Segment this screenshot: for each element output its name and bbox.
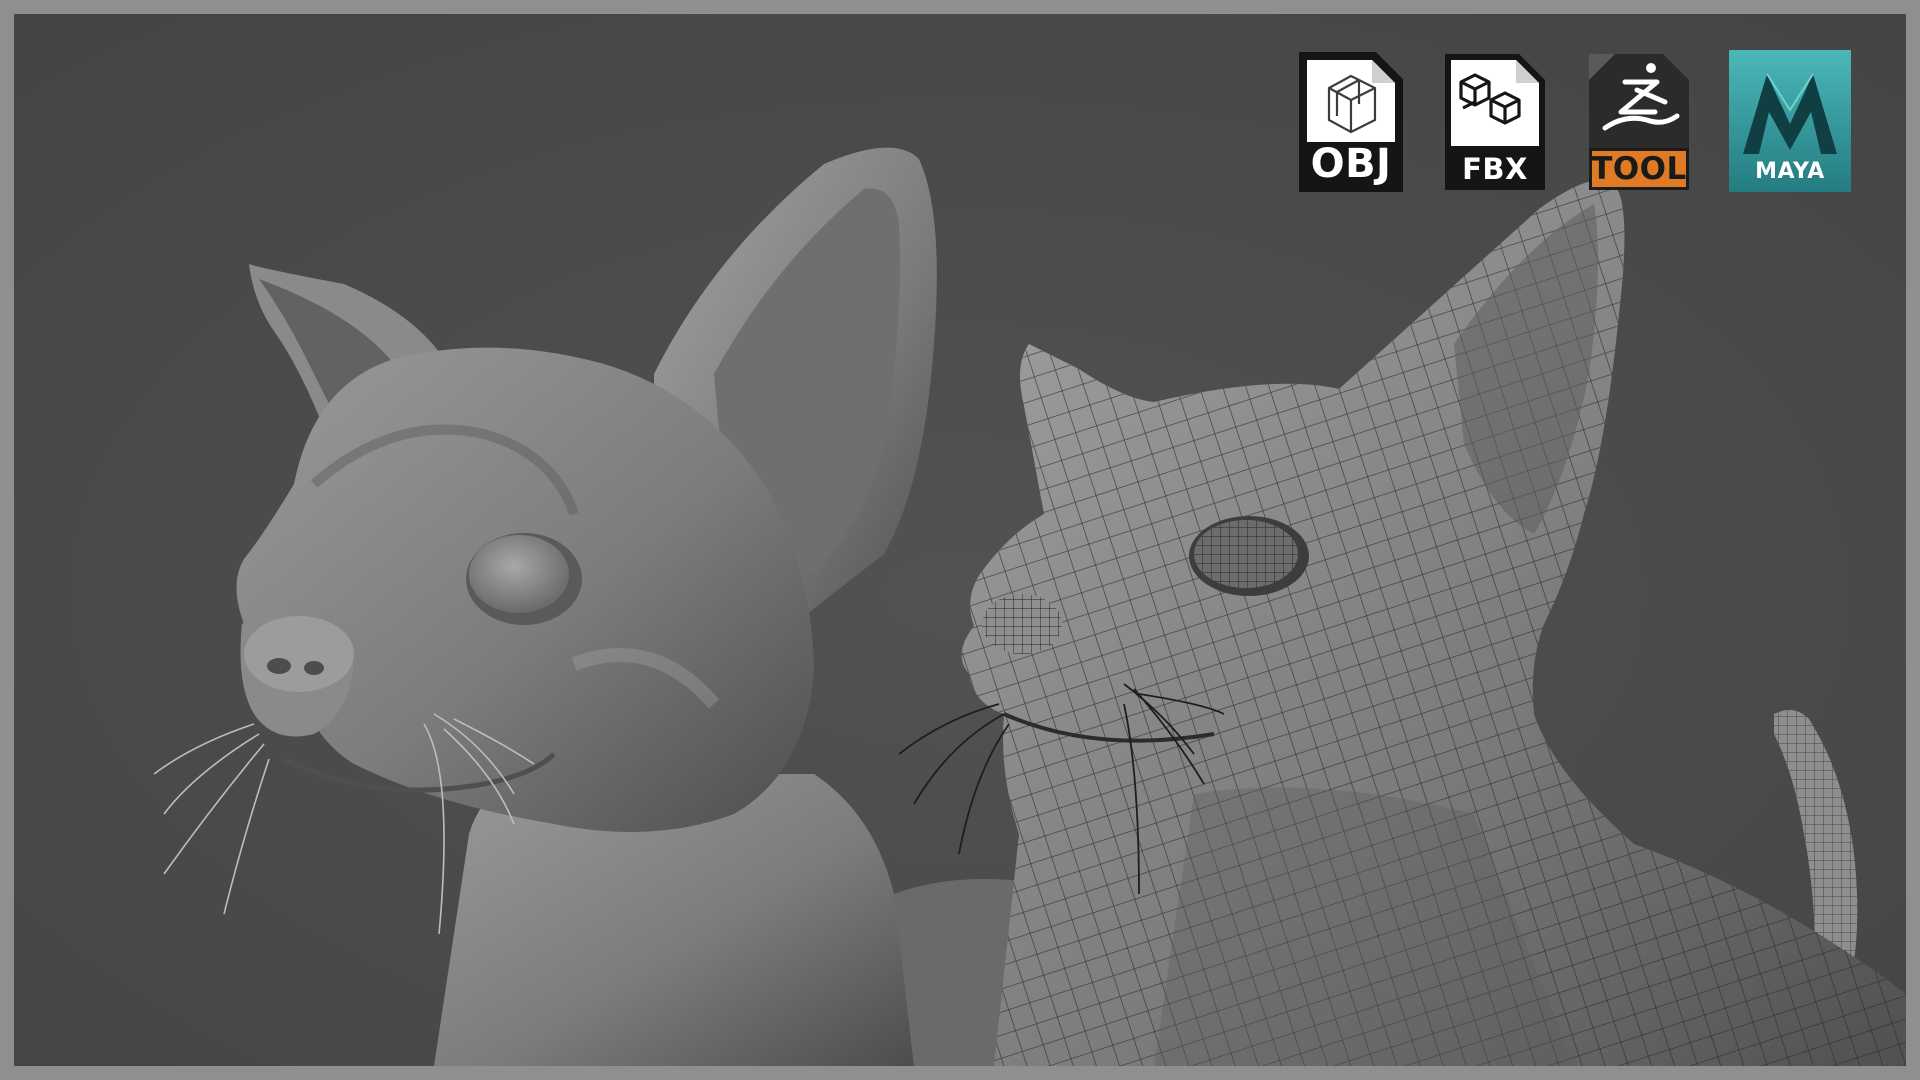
fbx-label: FBX	[1462, 152, 1528, 186]
maya-format-badge: MAYA	[1729, 50, 1851, 192]
tool-label: TOOL	[1591, 151, 1687, 187]
obj-label: OBJ	[1310, 141, 1392, 187]
fbx-format-badge: FBX	[1441, 50, 1549, 194]
format-badges: OBJ FBX TOOL MAYA	[1297, 50, 1851, 194]
tool-format-badge: TOOL	[1585, 50, 1693, 194]
obj-format-badge: OBJ	[1297, 50, 1405, 194]
viewport-frame: OBJ FBX TOOL MAYA	[14, 14, 1906, 1066]
maya-label: MAYA	[1755, 159, 1825, 184]
